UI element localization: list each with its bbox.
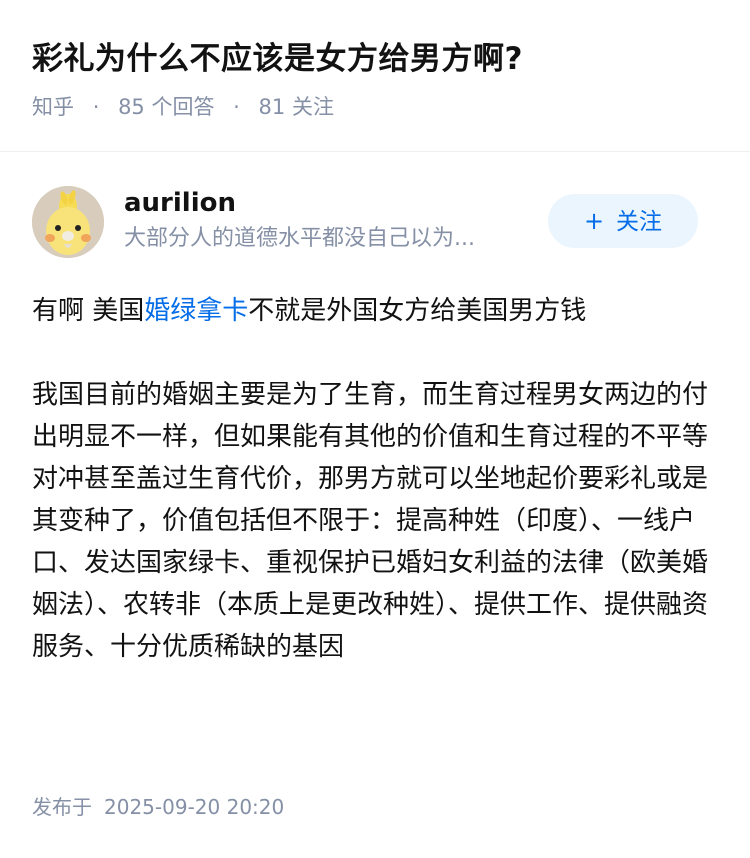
meta-separator: · — [92, 95, 100, 119]
follow-label: 关注 — [616, 209, 663, 235]
publish-timestamp: 2025-09-20 20:20 — [104, 795, 285, 819]
author-bio: 大部分人的道德水平都没自己以为... — [124, 226, 475, 251]
question-meta: 知乎 · 85 个回答 · 81 关注 — [32, 92, 722, 122]
question-header: 彩礼为什么不应该是女方给男方啊? 知乎 · 85 个回答 · 81 关注 — [32, 36, 722, 122]
publish-time: 发布于 2025-09-20 20:20 — [32, 792, 284, 822]
meta-separator: · — [233, 95, 240, 119]
paragraph-text: 有啊 美国 — [32, 296, 145, 326]
follow-button[interactable]: + 关注 — [548, 194, 698, 248]
follower-count: 81 — [258, 95, 286, 119]
plus-icon: + — [583, 207, 605, 235]
answer-paragraph: 我国目前的婚姻主要是为了生育，而生育过程男女两边的付出明显不一样，但如果能有其他… — [32, 380, 709, 662]
green-card-link[interactable]: 婚绿拿卡 — [144, 296, 248, 326]
author-row: aurilion 大部分人的道德水平都没自己以为... + 关注 — [32, 186, 698, 258]
author-name[interactable]: aurilion — [124, 186, 544, 220]
paragraph-text: 不就是外国女方给美国男方钱 — [248, 296, 587, 326]
section-divider — [0, 151, 750, 152]
answer-paragraph: 有啊 美国婚绿拿卡不就是外国女方给美国男方钱 — [32, 290, 722, 332]
answer-body: 有啊 美国婚绿拿卡不就是外国女方给美国男方钱 我国目前的婚姻主要是为了生育，而生… — [32, 290, 722, 668]
publish-label: 发布于 — [32, 795, 92, 819]
answer-count-label: 个回答 — [151, 95, 215, 119]
follower-count-label: 关注 — [291, 95, 334, 119]
answer-count: 85 — [118, 95, 145, 119]
question-title[interactable]: 彩礼为什么不应该是女方给男方啊? — [32, 36, 722, 82]
source-label[interactable]: 知乎 — [32, 95, 74, 119]
author-info: aurilion 大部分人的道德水平都没自己以为... — [124, 186, 544, 254]
yellow-bird-avatar-icon[interactable] — [32, 186, 104, 258]
